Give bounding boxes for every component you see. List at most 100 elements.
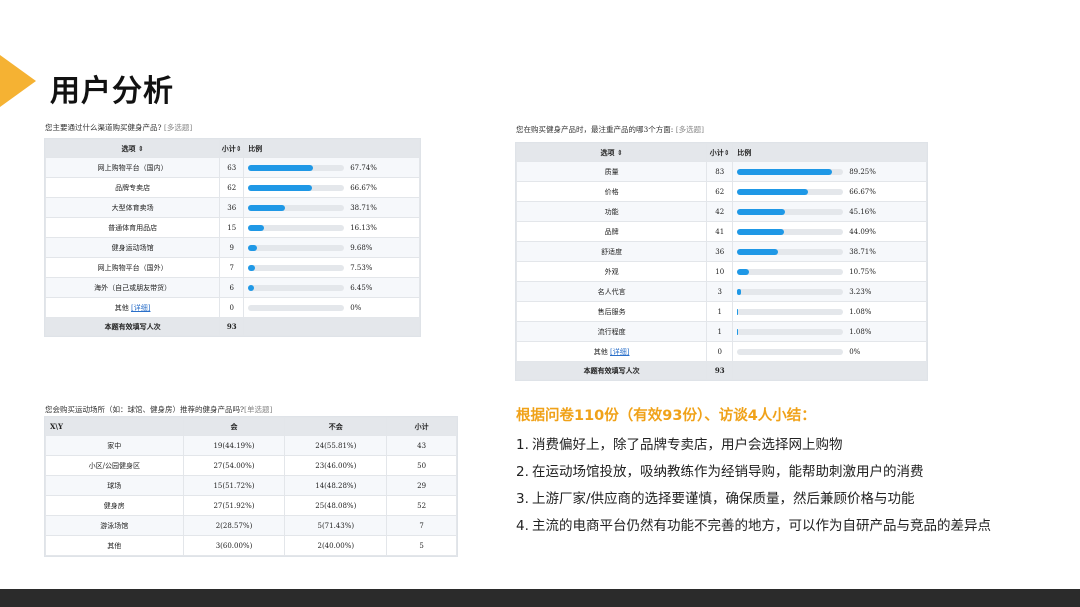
summary-point: 2. 在运动场馆投放，吸纳教练作为经销导购，能帮助刺激用户的消费 [516, 459, 1046, 486]
count-cell: 1 [706, 301, 734, 322]
ratio-bar-track [248, 204, 345, 211]
count-cell: 1 [706, 321, 734, 342]
table-row: 名人代言 3 3.23% [515, 281, 927, 302]
row-label-cell: 其他 [45, 535, 184, 556]
table-row: 舒适度 36 38.71% [515, 241, 927, 262]
no-cell: 25(48.08%) [284, 495, 388, 516]
option-label: 网上购物平台（国内） [97, 163, 168, 172]
ratio-bar-fill [737, 208, 786, 215]
option-cell: 其他 [详细] [515, 341, 708, 362]
no-cell: 5(71.43%) [284, 515, 388, 536]
survey3-table: X\Y 会 不会 小计 家中 19(44.19%) 24(55.81%) 43 小区/公… [45, 417, 457, 556]
yes-cell: 19(44.19%) [182, 435, 286, 456]
option-label: 其他 [114, 303, 129, 312]
table-row: 价格 62 66.67% [515, 181, 927, 202]
option-label: 价格 [604, 187, 619, 196]
table-row: 家中 19(44.19%) 24(55.81%) 43 [45, 435, 457, 456]
option-cell: 流行程度 [515, 321, 708, 342]
table-row: 功能 42 45.16% [515, 201, 927, 222]
ratio-percent: 66.67% [350, 183, 377, 192]
ratio-bar-fill [737, 288, 741, 295]
ratio-percent: 67.74% [350, 163, 377, 172]
count-cell: 15 [219, 217, 245, 238]
detail-link[interactable]: [详细] [610, 348, 629, 356]
ratio-percent: 6.45% [350, 283, 373, 292]
ratio-percent: 3.23% [849, 287, 872, 296]
summary-point-text: 在运动场馆投放，吸纳教练作为经销导购，能帮助刺激用户的消费 [532, 464, 924, 480]
survey3-header-no: 不会 [284, 417, 388, 436]
option-cell: 海外（自己或朋友带货） [44, 277, 221, 298]
survey1-header-option[interactable]: 选项 ⇕ [44, 139, 221, 158]
option-cell: 健身运动场馆 [44, 237, 221, 258]
option-label: 流行程度 [597, 327, 626, 336]
ratio-bar-fill [737, 188, 808, 195]
ratio-bar-track [737, 208, 844, 215]
row-label-cell: 健身房 [45, 495, 184, 516]
table-row: 售后服务 1 1.08% [515, 301, 927, 322]
ratio-bar-fill [737, 328, 739, 335]
ratio-cell: 3.23% [732, 281, 927, 302]
total-cell: 7 [386, 515, 457, 536]
table-row: 海外（自己或朋友带货） 6 6.45% [44, 277, 420, 298]
ratio-percent: 66.67% [849, 187, 876, 196]
option-label: 质量 [604, 167, 619, 176]
ratio-bar-fill [248, 224, 264, 231]
survey1-question: 您主要通过什么渠道购买健身产品? [多选题] [45, 122, 192, 133]
survey2-footer-empty [732, 361, 927, 380]
summary-title: 根据问卷110份（有效93份）、访谈4人小结： [516, 408, 816, 424]
ratio-bar-track [248, 264, 345, 271]
table-row: 流行程度 1 1.08% [515, 321, 927, 342]
ratio-bar-track [737, 308, 844, 315]
ratio-cell: 38.71% [243, 197, 420, 218]
ratio-bar-track [248, 304, 345, 311]
survey1-header-count[interactable]: 小计⇕ [219, 139, 245, 158]
yes-cell: 3(60.00%) [182, 535, 286, 556]
ratio-percent: 1.08% [849, 327, 872, 336]
ratio-cell: 9.68% [243, 237, 420, 258]
ratio-bar-fill [248, 264, 256, 271]
ratio-bar-fill [737, 268, 749, 275]
no-cell: 2(40.00%) [284, 535, 388, 556]
option-cell: 品牌 [515, 221, 708, 242]
survey2-header-count[interactable]: 小计⇕ [706, 143, 734, 162]
ratio-bar-fill [248, 204, 286, 211]
survey3-header-xy: X\Y [45, 417, 184, 436]
ratio-cell: 38.71% [732, 241, 927, 262]
summary-point: 3. 上游厂家/供应商的选择要谨慎，确保质量，然后兼顾价格与功能 [516, 486, 1046, 513]
option-label: 品牌 [604, 227, 619, 236]
option-cell: 功能 [515, 201, 708, 222]
option-label: 海外（自己或朋友带货） [94, 283, 172, 292]
survey3-header-total: 小计 [386, 417, 457, 436]
ratio-bar-fill [737, 308, 739, 315]
total-cell: 5 [386, 535, 457, 556]
ratio-bar-fill [248, 284, 255, 291]
survey2-footer-count: 93 [706, 361, 734, 380]
survey2-header-ratio: 比例 [732, 143, 927, 162]
option-label: 舒适度 [601, 247, 623, 256]
count-cell: 7 [219, 257, 245, 278]
survey2-header-option[interactable]: 选项 ⇕ [515, 143, 708, 162]
option-cell: 其他 [详细] [44, 297, 221, 318]
ratio-percent: 89.25% [849, 167, 876, 176]
table-row: 健身房 27(51.92%) 25(48.08%) 52 [45, 495, 457, 516]
ratio-bar-track [737, 248, 844, 255]
detail-link[interactable]: [详细] [131, 304, 150, 312]
summary-point-number: 1. [516, 437, 529, 453]
ratio-bar-track [737, 268, 844, 275]
ratio-cell: 45.16% [732, 201, 927, 222]
no-cell: 14(48.28%) [284, 475, 388, 496]
table-row: 品牌专卖店 62 66.67% [44, 177, 420, 198]
ratio-cell: 1.08% [732, 321, 927, 342]
count-cell: 6 [219, 277, 245, 298]
ratio-cell: 0% [243, 297, 420, 318]
ratio-cell: 7.53% [243, 257, 420, 278]
option-cell: 普通体育用品店 [44, 217, 221, 238]
ratio-percent: 0% [350, 303, 362, 312]
ratio-bar-fill [737, 248, 779, 255]
option-cell: 名人代言 [515, 281, 708, 302]
ratio-bar-track [737, 288, 844, 295]
option-label: 名人代言 [597, 287, 626, 296]
ratio-bar-track [248, 244, 345, 251]
table-row: 球场 15(51.72%) 14(48.28%) 29 [45, 475, 457, 496]
option-label: 其他 [593, 347, 608, 356]
